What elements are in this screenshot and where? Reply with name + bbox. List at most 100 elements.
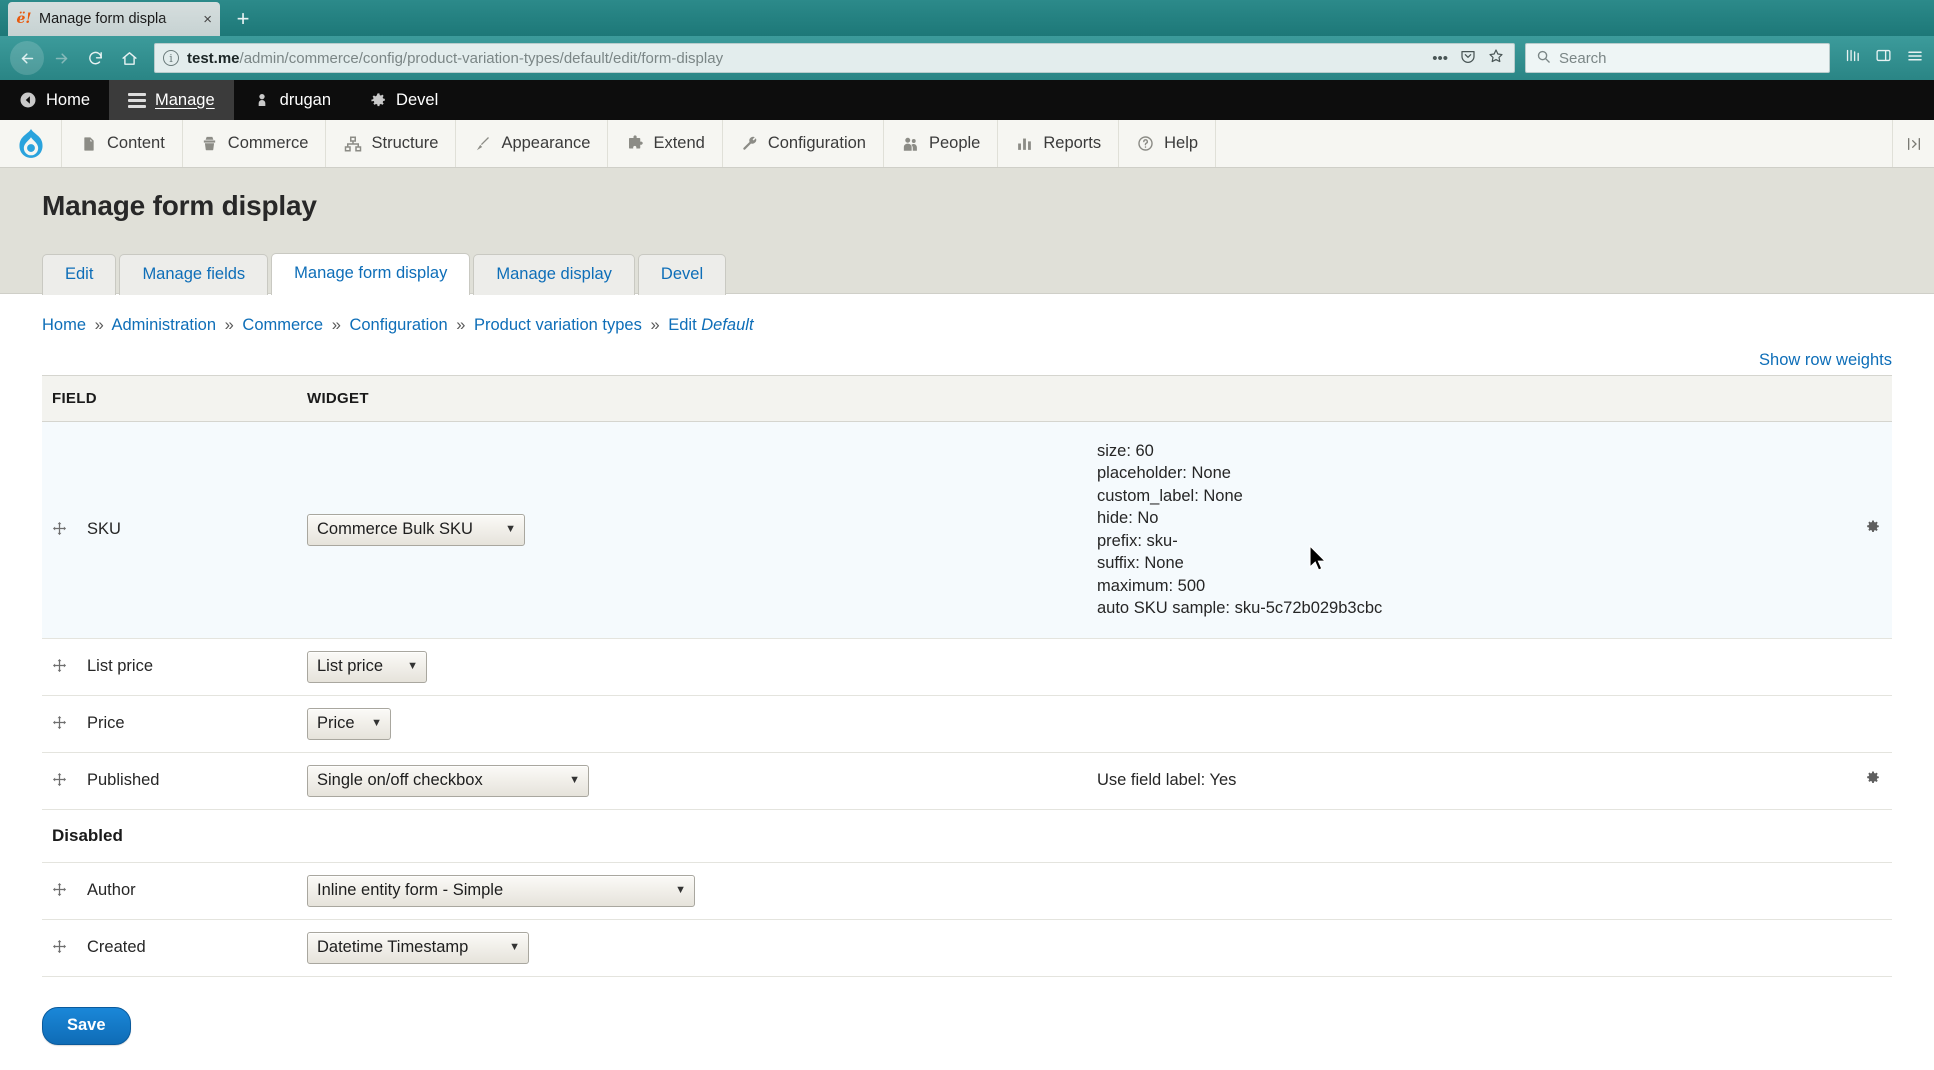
browser-tabstrip: ë! Manage form displa × +	[0, 0, 1934, 36]
home-icon[interactable]	[112, 41, 146, 75]
admin-menu-item-structure[interactable]: Structure	[326, 120, 457, 167]
library-icon[interactable]	[1844, 47, 1861, 69]
row-widget-cell: Datetime Timestamp ▼	[307, 919, 1097, 977]
table-row[interactable]: List price List price ▼	[42, 638, 1892, 696]
drupal-logo-icon[interactable]	[0, 120, 62, 167]
table-row[interactable]: Price Price ▼	[42, 695, 1892, 753]
admin-menu-item-commerce[interactable]: Commerce	[183, 120, 327, 167]
pocket-icon[interactable]	[1460, 48, 1476, 68]
column-header-settings	[1832, 375, 1892, 422]
widget-select-value: Datetime Timestamp	[317, 937, 469, 956]
widget-select[interactable]: Commerce Bulk SKU ▼	[307, 513, 525, 546]
drag-handle-icon[interactable]	[52, 658, 67, 676]
sidebar-icon[interactable]	[1875, 47, 1892, 69]
widget-select[interactable]: Single on/off checkbox ▼	[307, 764, 589, 797]
question-icon	[1136, 134, 1155, 153]
tab-devel[interactable]: Devel	[637, 254, 727, 295]
row-field-cell: Price	[42, 695, 307, 753]
widget-select-value: Single on/off checkbox	[317, 770, 483, 789]
row-summary-cell	[1097, 695, 1832, 753]
save-button[interactable]: Save	[42, 1006, 131, 1045]
widget-select[interactable]: Price ▼	[307, 707, 391, 740]
drag-handle-icon[interactable]	[52, 521, 67, 539]
breadcrumb-current-emphasis: Default	[701, 316, 754, 334]
admin-menu-item-content-label: Content	[107, 134, 165, 152]
close-icon[interactable]: ×	[203, 12, 212, 27]
widget-settings-summary: size: 60 placeholder: None custom_label:…	[1097, 440, 1832, 620]
settings-gear-icon[interactable]	[1862, 517, 1884, 539]
row-widget-cell: Commerce Bulk SKU ▼	[307, 421, 1097, 639]
admin-menu-item-content[interactable]: Content	[62, 120, 183, 167]
row-field-cell: List price	[42, 638, 307, 696]
drag-handle-icon[interactable]	[52, 715, 67, 733]
show-row-weights-link[interactable]: Show row weights	[1759, 351, 1892, 369]
menu-icon[interactable]	[1906, 47, 1924, 70]
summary-line: suffix: None	[1097, 554, 1184, 573]
table-region-row: Disabled	[42, 809, 1892, 863]
widget-select-value: List price	[317, 656, 384, 675]
breadcrumb-separator: »	[331, 316, 341, 334]
site-info-icon[interactable]: i	[163, 50, 179, 66]
drag-handle-icon[interactable]	[52, 939, 67, 957]
admin-menu-item-people[interactable]: People	[884, 120, 999, 167]
widget-select[interactable]: Inline entity form - Simple ▼	[307, 874, 695, 907]
row-field-cell: Author	[42, 862, 307, 920]
chevron-down-icon: ▼	[371, 716, 382, 729]
widget-select[interactable]: Datetime Timestamp ▼	[307, 931, 529, 964]
tab-edit[interactable]: Edit	[42, 254, 117, 295]
back-button[interactable]	[10, 41, 44, 75]
toolbar-collapse-icon[interactable]	[1892, 120, 1934, 167]
search-icon	[1536, 49, 1551, 68]
bookmark-star-icon[interactable]	[1488, 48, 1504, 68]
row-widget-cell: Single on/off checkbox ▼	[307, 752, 1097, 810]
settings-gear-icon[interactable]	[1862, 768, 1884, 790]
admin-menu-item-appearance[interactable]: Appearance	[456, 120, 609, 167]
breadcrumb-current-prefix: Edit	[668, 316, 697, 334]
admin-menu-item-configuration[interactable]: Configuration	[723, 120, 884, 167]
toolbar-item-user[interactable]: drugan	[234, 80, 350, 120]
row-weights-container: Show row weights	[42, 351, 1892, 375]
browser-tab-title: Manage form displa	[39, 11, 167, 27]
toolbar-item-manage[interactable]: Manage	[109, 80, 234, 120]
tab-manage-form-display[interactable]: Manage form display	[271, 253, 471, 295]
page-actions-icon[interactable]: •••	[1432, 50, 1448, 67]
row-field-label: Price	[87, 714, 125, 732]
new-tab-button[interactable]: +	[228, 4, 258, 34]
table-row[interactable]: Created Datetime Timestamp ▼	[42, 919, 1892, 977]
url-bar[interactable]: i test.me/admin/commerce/config/product-…	[154, 43, 1515, 73]
breadcrumb-item-product-variation-types[interactable]: Product variation types	[474, 316, 642, 334]
drag-handle-icon[interactable]	[52, 882, 67, 900]
reload-icon[interactable]	[78, 41, 112, 75]
summary-line: auto SKU sample: sku-5c72b029b3cbc	[1097, 599, 1383, 618]
drag-handle-icon[interactable]	[52, 772, 67, 790]
browser-navbar: i test.me/admin/commerce/config/product-…	[0, 36, 1934, 80]
browser-search-bar[interactable]: Search	[1525, 43, 1830, 73]
breadcrumb-item-configuration[interactable]: Configuration	[349, 316, 447, 334]
table-row[interactable]: Published Single on/off checkbox ▼ Use f…	[42, 752, 1892, 810]
tab-manage-fields[interactable]: Manage fields	[119, 254, 269, 295]
breadcrumb-item-home[interactable]: Home	[42, 316, 86, 334]
toolbar-item-devel[interactable]: Devel	[350, 80, 457, 120]
admin-menu-item-help-label: Help	[1164, 134, 1199, 152]
tab-manage-display[interactable]: Manage display	[473, 254, 635, 295]
forward-button[interactable]	[44, 41, 78, 75]
breadcrumb-item-administration[interactable]: Administration	[111, 316, 216, 334]
summary-line: size: 60	[1097, 442, 1154, 460]
table-row[interactable]: Author Inline entity form - Simple ▼	[42, 862, 1892, 920]
chevron-down-icon: ▼	[407, 659, 418, 672]
chevron-down-icon: ▼	[509, 940, 520, 953]
browser-tab[interactable]: ë! Manage form displa ×	[8, 2, 220, 36]
breadcrumb-item-commerce[interactable]: Commerce	[242, 316, 323, 334]
url-text: test.me/admin/commerce/config/product-va…	[187, 50, 1424, 67]
admin-menu-item-reports[interactable]: Reports	[998, 120, 1120, 167]
row-settings-cell	[1832, 752, 1892, 810]
admin-menu-item-help[interactable]: Help	[1119, 120, 1217, 167]
admin-menu-item-extend[interactable]: Extend	[608, 120, 723, 167]
widget-select[interactable]: List price ▼	[307, 650, 427, 683]
file-icon	[79, 134, 98, 153]
row-summary-cell	[1097, 919, 1832, 977]
table-row[interactable]: SKU Commerce Bulk SKU ▼ size: 60 placeho…	[42, 421, 1892, 639]
search-input[interactable]: Search	[1559, 50, 1607, 67]
form-display-table: FIELD WIDGET SKU Commerce Bulk SKU ▼ siz…	[42, 375, 1892, 977]
toolbar-item-home[interactable]: Home	[0, 80, 109, 120]
